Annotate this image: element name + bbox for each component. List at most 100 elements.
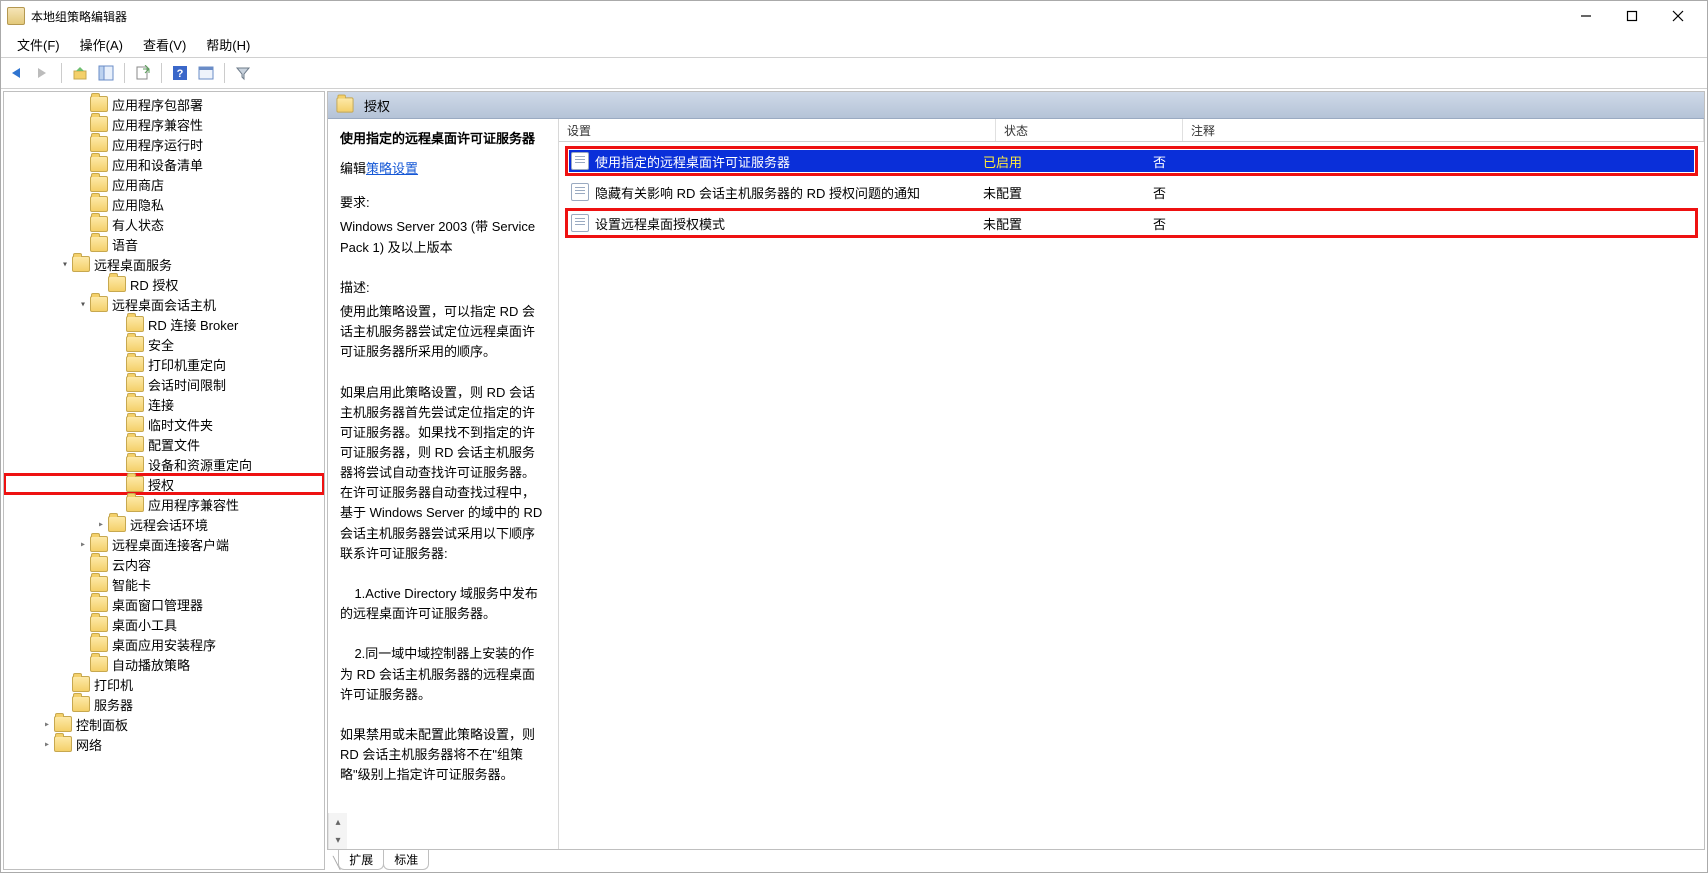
folder-icon [126, 496, 144, 512]
chevron-right-icon[interactable] [94, 519, 108, 530]
tree-item[interactable]: 授权 [4, 474, 324, 494]
settings-row[interactable]: 使用指定的远程桌面许可证服务器已启用否 [569, 150, 1694, 172]
minimize-button[interactable] [1563, 1, 1609, 31]
col-header-comment[interactable]: 注释 [1183, 119, 1704, 141]
folder-icon [126, 356, 144, 372]
nav-back-button[interactable] [5, 61, 29, 85]
chevron-right-icon[interactable] [40, 719, 54, 730]
tree-item-label: 打印机重定向 [148, 355, 226, 374]
tree-item-label: 应用程序包部署 [112, 95, 203, 114]
tree-item[interactable]: 设备和资源重定向 [4, 454, 324, 474]
tree-item[interactable]: RD 连接 Broker [4, 314, 324, 334]
chevron-right-icon[interactable] [40, 739, 54, 750]
titlebar: 本地组策略编辑器 [1, 1, 1707, 31]
expander-spacer [76, 199, 90, 210]
tree-item[interactable]: 打印机 [4, 674, 324, 694]
folder-icon [90, 616, 108, 632]
settings-row[interactable]: 设置远程桌面授权模式未配置否 [569, 212, 1694, 234]
folder-icon [126, 436, 144, 452]
tree-item[interactable]: 安全 [4, 334, 324, 354]
col-header-setting[interactable]: 设置 [559, 119, 996, 141]
tree-item[interactable]: 云内容 [4, 554, 324, 574]
menu-action[interactable]: 操作(A) [70, 33, 133, 56]
folder-icon [90, 216, 108, 232]
tree-item[interactable]: 远程桌面服务 [4, 254, 324, 274]
tree-item[interactable]: 有人状态 [4, 214, 324, 234]
tree-item[interactable]: 远程会话环境 [4, 514, 324, 534]
tree-item[interactable]: 网络 [4, 734, 324, 754]
tree-item[interactable]: 服务器 [4, 694, 324, 714]
tree-item[interactable]: 自动播放策略 [4, 654, 324, 674]
tree-item[interactable]: 应用程序运行时 [4, 134, 324, 154]
tree-item[interactable]: 打印机重定向 [4, 354, 324, 374]
nav-forward-button[interactable] [31, 61, 55, 85]
tree-item-label: 智能卡 [112, 575, 151, 594]
content-area: 应用程序包部署应用程序兼容性应用程序运行时应用和设备清单应用商店应用隐私有人状态… [1, 89, 1707, 872]
menu-view[interactable]: 查看(V) [133, 33, 196, 56]
tree-item-label: 授权 [148, 475, 174, 494]
tree-item[interactable]: 智能卡 [4, 574, 324, 594]
maximize-button[interactable] [1609, 1, 1655, 31]
tree-item[interactable]: 应用商店 [4, 174, 324, 194]
tree-item[interactable]: 连接 [4, 394, 324, 414]
folder-icon [90, 556, 108, 572]
tree-item-label: 控制面板 [76, 715, 128, 734]
tree-pane[interactable]: 应用程序包部署应用程序兼容性应用程序运行时应用和设备清单应用商店应用隐私有人状态… [3, 91, 325, 870]
svg-text:?: ? [177, 68, 184, 80]
close-button[interactable] [1655, 1, 1701, 31]
row-comment: 否 [1153, 183, 1694, 202]
folder-icon [336, 97, 353, 112]
expander-spacer [112, 379, 126, 390]
tree-item[interactable]: 应用程序包部署 [4, 94, 324, 114]
tree-item-label: 会话时间限制 [148, 375, 226, 394]
columns-header[interactable]: 设置 状态 注释 [559, 119, 1704, 142]
tree-item-label: 应用程序运行时 [112, 135, 203, 154]
tree-item-label: 桌面小工具 [112, 615, 177, 634]
menu-file[interactable]: 文件(F) [7, 33, 70, 56]
chevron-right-icon[interactable] [76, 539, 90, 550]
tree-item[interactable]: 配置文件 [4, 434, 324, 454]
export-button[interactable] [131, 61, 155, 85]
menu-help[interactable]: 帮助(H) [196, 33, 260, 56]
show-tree-button[interactable] [94, 61, 118, 85]
filter-button[interactable] [231, 61, 255, 85]
properties-button[interactable] [194, 61, 218, 85]
tree-item[interactable]: 应用程序兼容性 [4, 494, 324, 514]
tree-item[interactable]: 语音 [4, 234, 324, 254]
settings-row[interactable]: 隐藏有关影响 RD 会话主机服务器的 RD 授权问题的通知未配置否 [569, 181, 1694, 203]
tree-item-label: 安全 [148, 335, 174, 354]
tree-item-label: 网络 [76, 735, 102, 754]
up-level-button[interactable] [68, 61, 92, 85]
folder-icon [126, 416, 144, 432]
row-setting: 隐藏有关影响 RD 会话主机服务器的 RD 授权问题的通知 [595, 183, 920, 202]
tree-item[interactable]: RD 授权 [4, 274, 324, 294]
tree-item[interactable]: 应用程序兼容性 [4, 114, 324, 134]
tree-item[interactable]: 远程桌面会话主机 [4, 294, 324, 314]
tree-item[interactable]: 桌面小工具 [4, 614, 324, 634]
tree-item[interactable]: 临时文件夹 [4, 414, 324, 434]
tree-item[interactable]: 会话时间限制 [4, 374, 324, 394]
tab-standard[interactable]: 标准 [383, 850, 429, 870]
list-header-band: 授权 [328, 92, 1704, 119]
scroll-up-icon[interactable]: ▴ [329, 813, 347, 831]
desc-scrollbar[interactable]: ▴ ▾ [328, 813, 347, 849]
chevron-down-icon[interactable] [58, 259, 72, 270]
tree-item[interactable]: 应用和设备清单 [4, 154, 324, 174]
tree-item[interactable]: 应用隐私 [4, 194, 324, 214]
policy-settings-link[interactable]: 策略设置 [366, 161, 418, 176]
tree-item-label: RD 授权 [130, 275, 178, 294]
right-pane: 授权 使用指定的远程桌面许可证服务器 编辑策略设置 要求: Windows Se… [327, 91, 1705, 870]
scroll-down-icon[interactable]: ▾ [329, 831, 347, 849]
tree-item-label: 云内容 [112, 555, 151, 574]
help-button[interactable]: ? [168, 61, 192, 85]
tree-item[interactable]: 桌面应用安装程序 [4, 634, 324, 654]
tree-item[interactable]: 控制面板 [4, 714, 324, 734]
chevron-down-icon[interactable] [76, 299, 90, 310]
expander-spacer [76, 179, 90, 190]
tree-item[interactable]: 远程桌面连接客户端 [4, 534, 324, 554]
expander-spacer [76, 559, 90, 570]
tree-item-label: 应用程序兼容性 [148, 495, 239, 514]
tree-item[interactable]: 桌面窗口管理器 [4, 594, 324, 614]
tree-item-label: 远程桌面会话主机 [112, 295, 216, 314]
col-header-state[interactable]: 状态 [996, 119, 1183, 141]
